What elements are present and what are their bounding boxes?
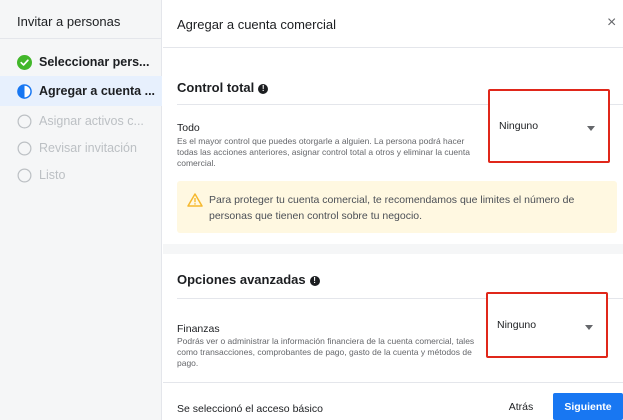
full-control-select[interactable]: Ninguno [488,89,610,163]
empty-circle-icon [17,114,32,128]
dialog-header: Agregar a cuenta comercial × [163,0,623,48]
chevron-down-icon [585,325,593,330]
step-select-people[interactable]: Seleccionar pers... [0,47,162,77]
sidebar-divider [0,38,161,39]
step-add-to-business-account[interactable]: Agregar a cuenta ... [0,76,162,106]
section-title-text: Opciones avanzadas [177,272,306,287]
step-assign-assets[interactable]: Asignar activos c... [0,106,162,136]
half-circle-icon [17,83,32,99]
close-button[interactable]: × [607,14,616,32]
select-value: Ninguno [499,120,539,132]
step-label: Revisar invitación [39,141,137,155]
step-done[interactable]: Listo [0,160,162,190]
footer-divider [163,382,623,383]
chevron-down-icon [587,126,595,131]
warning-icon [187,193,203,207]
section-title-text: Control total [177,80,255,95]
dialog-footer: Se seleccionó el acceso básico Atrás Sig… [163,385,623,420]
step-label: Listo [39,168,66,182]
empty-circle-icon [17,141,32,155]
next-button[interactable]: Siguiente [553,393,623,420]
step-review-invitation[interactable]: Revisar invitación [0,133,162,163]
access-status-text: Se seleccionó el acceso básico [177,403,323,415]
permission-label-everything: Todo [177,122,200,134]
warning-banner: Para proteger tu cuenta comercial, te re… [177,181,617,233]
section-title-advanced-options: Opciones avanzadas! [177,272,320,287]
sidebar-title: Invitar a personas [17,14,121,29]
back-button[interactable]: Atrás [493,393,549,420]
permission-description-finance: Podrás ver o administrar la información … [177,336,475,368]
permission-description-everything: Es el mayor control que puedes otorgarle… [177,136,470,168]
info-icon[interactable]: ! [258,84,269,94]
step-label: Agregar a cuenta ... [39,84,156,98]
step-label: Seleccionar pers... [39,55,150,69]
step-label: Asignar activos c... [39,114,144,128]
dialog-title: Agregar a cuenta comercial [177,17,336,32]
select-value: Ninguno [497,319,537,331]
section-separator [163,244,623,254]
empty-circle-icon [17,168,32,182]
info-icon[interactable]: ! [309,276,320,286]
warning-text: Para proteger tu cuenta comercial, te re… [209,194,575,222]
permission-label-finance: Finanzas [177,323,220,335]
finance-select[interactable]: Ninguno [486,292,608,358]
main-panel: Agregar a cuenta comercial × Control tot… [163,0,623,420]
check-circle-icon [17,54,32,70]
section-title-full-control: Control total! [177,80,269,95]
stepper-sidebar: Invitar a personas Seleccionar pers... A… [0,0,162,420]
